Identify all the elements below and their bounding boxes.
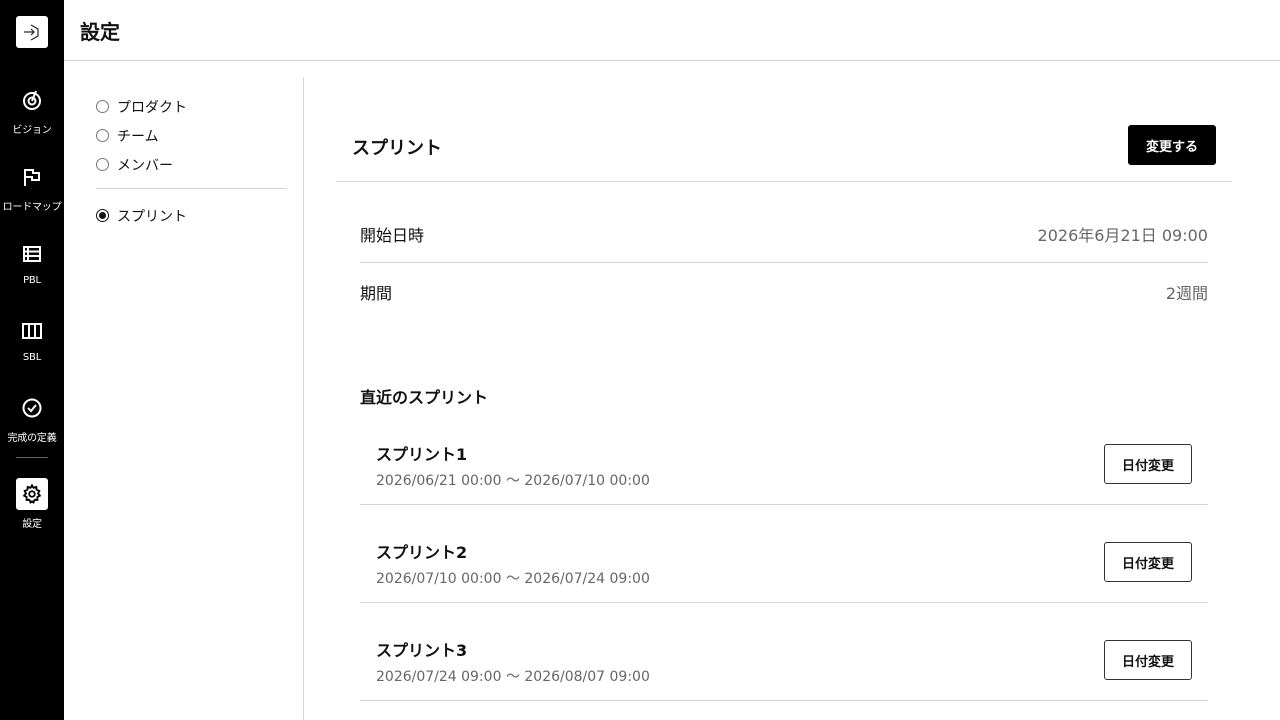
columns-icon bbox=[16, 315, 48, 347]
sprint-name: スプリント3 bbox=[376, 641, 468, 660]
page-title: 設定 bbox=[80, 20, 120, 44]
period-label: 期間 bbox=[360, 283, 393, 303]
page-header: 設定 bbox=[64, 0, 1280, 61]
nav-label-pbl: PBL bbox=[23, 275, 41, 286]
sprint-section-header: スプリント 変更する bbox=[336, 124, 1232, 182]
section-title: スプリント bbox=[352, 138, 442, 159]
sprint-date-range: 2026/07/10 00:00 〜 2026/07/24 09:00 bbox=[376, 571, 650, 587]
recent-sprints-title: 直近のスプリント bbox=[360, 388, 489, 407]
menu-label-team: チーム bbox=[117, 128, 159, 145]
menu-label-sprint: スプリント bbox=[117, 208, 187, 225]
nav-item-definition-of-done[interactable]: 完成の定義 bbox=[0, 392, 64, 452]
target-icon bbox=[16, 84, 48, 116]
sprint-name: スプリント1 bbox=[376, 445, 468, 464]
nav-item-settings[interactable]: 設定 bbox=[0, 478, 64, 538]
menu-item-team[interactable]: チーム bbox=[96, 121, 287, 150]
menu-item-member[interactable]: メンバー bbox=[96, 150, 287, 179]
radio-member[interactable] bbox=[96, 158, 109, 171]
radio-product[interactable] bbox=[96, 100, 109, 113]
logo[interactable] bbox=[16, 16, 48, 48]
sprint-date-range: 2026/06/21 00:00 〜 2026/07/10 00:00 bbox=[376, 473, 650, 489]
radio-team[interactable] bbox=[96, 129, 109, 142]
list-icon bbox=[16, 238, 48, 270]
nav-item-roadmap[interactable]: ロードマップ bbox=[0, 161, 64, 221]
nav-item-pbl[interactable]: PBL bbox=[0, 238, 64, 298]
start-datetime-label: 開始日時 bbox=[360, 226, 425, 245]
change-date-button[interactable]: 日付変更 bbox=[1104, 640, 1192, 680]
side-nav: ビジョン ロードマップ PBL SBL 完成の定義 設定 bbox=[0, 0, 64, 720]
nav-label-definition-of-done: 完成の定義 bbox=[7, 433, 57, 444]
content-divider bbox=[303, 77, 304, 720]
menu-label-member: メンバー bbox=[117, 157, 173, 174]
sprint-row: スプリント1 2026/06/21 00:00 〜 2026/07/10 00:… bbox=[360, 407, 1208, 505]
menu-label-product: プロダクト bbox=[117, 99, 187, 116]
change-date-button[interactable]: 日付変更 bbox=[1104, 542, 1192, 582]
start-datetime-row: 開始日時 2026年6月21日 09:00 bbox=[360, 206, 1208, 263]
start-datetime-value: 2026年6月21日 09:00 bbox=[1037, 226, 1208, 245]
flag-icon bbox=[16, 161, 48, 193]
settings-menu: プロダクト チーム メンバー スプリント bbox=[96, 92, 287, 230]
nav-label-sbl: SBL bbox=[22, 352, 42, 363]
nav-item-vision[interactable]: ビジョン bbox=[0, 84, 64, 144]
period-value: 2週間 bbox=[1165, 283, 1208, 303]
nav-divider bbox=[16, 457, 48, 458]
sprint-row: スプリント2 2026/07/10 00:00 〜 2026/07/24 09:… bbox=[360, 505, 1208, 603]
nav-label-vision: ビジョン bbox=[12, 125, 52, 136]
change-button[interactable]: 変更する bbox=[1128, 125, 1216, 165]
nav-label-roadmap: ロードマップ bbox=[2, 202, 62, 213]
radio-sprint[interactable] bbox=[96, 209, 109, 222]
sprint-date-range: 2026/07/24 09:00 〜 2026/08/07 09:00 bbox=[376, 669, 650, 685]
period-row: 期間 2週間 bbox=[360, 263, 1208, 320]
menu-item-sprint[interactable]: スプリント bbox=[96, 201, 287, 230]
door-exit-icon bbox=[24, 24, 39, 41]
menu-divider bbox=[96, 188, 287, 189]
sprint-name: スプリント2 bbox=[376, 543, 468, 562]
change-date-button[interactable]: 日付変更 bbox=[1104, 444, 1192, 484]
nav-label-settings: 設定 bbox=[22, 519, 42, 530]
sprint-row: スプリント3 2026/07/24 09:00 〜 2026/08/07 09:… bbox=[360, 603, 1208, 701]
nav-item-sbl[interactable]: SBL bbox=[0, 315, 64, 375]
check-circle-icon bbox=[16, 392, 48, 424]
menu-item-product[interactable]: プロダクト bbox=[96, 92, 287, 121]
gear-icon bbox=[16, 478, 48, 510]
